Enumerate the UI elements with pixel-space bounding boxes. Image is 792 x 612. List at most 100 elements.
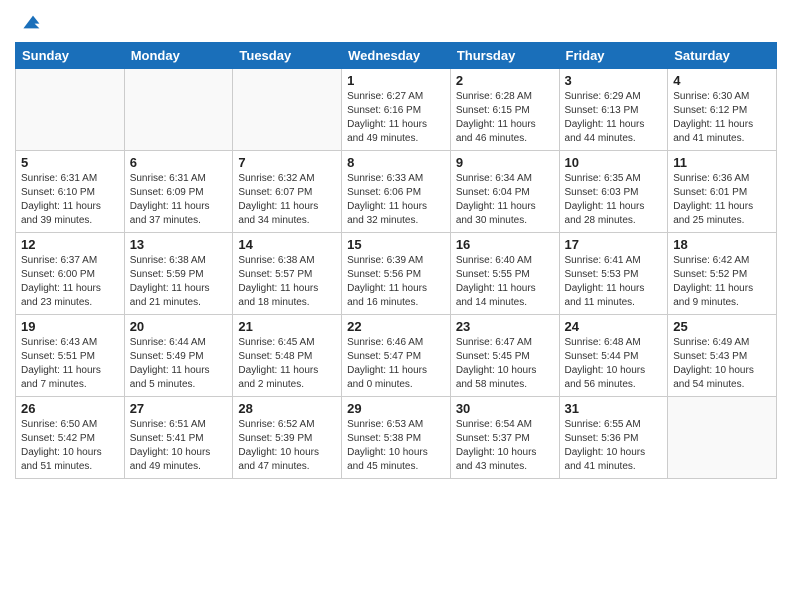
- day-info: Sunrise: 6:37 AM Sunset: 6:00 PM Dayligh…: [21, 254, 119, 310]
- day-number: 12: [21, 237, 119, 252]
- day-info: Sunrise: 6:48 AM Sunset: 5:44 PM Dayligh…: [565, 336, 663, 392]
- calendar-cell: 30 Sunrise: 6:54 AM Sunset: 5:37 PM Dayli…: [450, 397, 559, 479]
- day-info: Sunrise: 6:44 AM Sunset: 5:49 PM Dayligh…: [130, 336, 228, 392]
- day-number: 10: [565, 155, 663, 170]
- day-number: 15: [347, 237, 445, 252]
- calendar-week-row: 12 Sunrise: 6:37 AM Sunset: 6:00 PM Dayli…: [16, 233, 777, 315]
- logo: [15, 10, 41, 34]
- calendar-cell: 24 Sunrise: 6:48 AM Sunset: 5:44 PM Dayli…: [559, 315, 668, 397]
- calendar-cell: 7 Sunrise: 6:32 AM Sunset: 6:07 PM Daylig…: [233, 151, 342, 233]
- calendar-cell: 25Sunrise: 6:49 AM Sunset: 5:43 PM Dayli…: [668, 315, 777, 397]
- page-container: SundayMondayTuesdayWednesdayThursdayFrid…: [0, 0, 792, 612]
- day-number: 24: [565, 319, 663, 334]
- calendar-cell: 5 Sunrise: 6:31 AM Sunset: 6:10 PM Daylig…: [16, 151, 125, 233]
- weekday-header: Friday: [559, 43, 668, 69]
- day-info: Sunrise: 6:47 AM Sunset: 5:45 PM Dayligh…: [456, 336, 554, 392]
- calendar-cell: 12 Sunrise: 6:37 AM Sunset: 6:00 PM Dayli…: [16, 233, 125, 315]
- weekday-header: Sunday: [16, 43, 125, 69]
- day-info: Sunrise: 6:29 AM Sunset: 6:13 PM Dayligh…: [565, 90, 663, 146]
- day-number: 27: [130, 401, 228, 416]
- calendar-cell: 21Sunrise: 6:45 AM Sunset: 5:48 PM Dayli…: [233, 315, 342, 397]
- day-number: 26: [21, 401, 119, 416]
- calendar-cell: 14 Sunrise: 6:38 AM Sunset: 5:57 PM Dayli…: [233, 233, 342, 315]
- calendar-cell: 6 Sunrise: 6:31 AM Sunset: 6:09 PM Daylig…: [124, 151, 233, 233]
- day-number: 19: [21, 319, 119, 334]
- day-number: 4: [673, 73, 771, 88]
- day-info: Sunrise: 6:31 AM Sunset: 6:10 PM Dayligh…: [21, 172, 119, 228]
- day-info: Sunrise: 6:46 AM Sunset: 5:47 PM Dayligh…: [347, 336, 445, 392]
- calendar-cell: [124, 69, 233, 151]
- day-number: 17: [565, 237, 663, 252]
- day-info: Sunrise: 6:51 AM Sunset: 5:41 PM Dayligh…: [130, 418, 228, 474]
- day-info: Sunrise: 6:53 AM Sunset: 5:38 PM Dayligh…: [347, 418, 445, 474]
- calendar-cell: 9Sunrise: 6:34 AM Sunset: 6:04 PM Daylig…: [450, 151, 559, 233]
- day-info: Sunrise: 6:54 AM Sunset: 5:37 PM Dayligh…: [456, 418, 554, 474]
- calendar-cell: 29Sunrise: 6:53 AM Sunset: 5:38 PM Dayli…: [342, 397, 451, 479]
- page-header: [15, 10, 777, 34]
- calendar-cell: 23 Sunrise: 6:47 AM Sunset: 5:45 PM Dayli…: [450, 315, 559, 397]
- calendar-cell: 26 Sunrise: 6:50 AM Sunset: 5:42 PM Dayli…: [16, 397, 125, 479]
- day-number: 20: [130, 319, 228, 334]
- calendar-cell: 10 Sunrise: 6:35 AM Sunset: 6:03 PM Dayli…: [559, 151, 668, 233]
- day-info: Sunrise: 6:34 AM Sunset: 6:04 PM Dayligh…: [456, 172, 554, 228]
- calendar-cell: 1 Sunrise: 6:27 AM Sunset: 6:16 PM Daylig…: [342, 69, 451, 151]
- day-info: Sunrise: 6:41 AM Sunset: 5:53 PM Dayligh…: [565, 254, 663, 310]
- calendar-cell: 31Sunrise: 6:55 AM Sunset: 5:36 PM Dayli…: [559, 397, 668, 479]
- calendar-cell: [16, 69, 125, 151]
- day-info: Sunrise: 6:38 AM Sunset: 5:59 PM Dayligh…: [130, 254, 228, 310]
- day-number: 30: [456, 401, 554, 416]
- calendar-cell: [668, 397, 777, 479]
- day-number: 14: [238, 237, 336, 252]
- day-number: 22: [347, 319, 445, 334]
- weekday-header: Tuesday: [233, 43, 342, 69]
- day-number: 23: [456, 319, 554, 334]
- calendar-cell: 28Sunrise: 6:52 AM Sunset: 5:39 PM Dayli…: [233, 397, 342, 479]
- day-number: 1: [347, 73, 445, 88]
- calendar-cell: 17 Sunrise: 6:41 AM Sunset: 5:53 PM Dayli…: [559, 233, 668, 315]
- calendar-cell: 16 Sunrise: 6:40 AM Sunset: 5:55 PM Dayli…: [450, 233, 559, 315]
- day-info: Sunrise: 6:30 AM Sunset: 6:12 PM Dayligh…: [673, 90, 771, 146]
- day-number: 7: [238, 155, 336, 170]
- day-info: Sunrise: 6:35 AM Sunset: 6:03 PM Dayligh…: [565, 172, 663, 228]
- day-number: 21: [238, 319, 336, 334]
- day-number: 11: [673, 155, 771, 170]
- calendar-cell: 19 Sunrise: 6:43 AM Sunset: 5:51 PM Dayli…: [16, 315, 125, 397]
- calendar-cell: 15 Sunrise: 6:39 AM Sunset: 5:56 PM Dayli…: [342, 233, 451, 315]
- logo-text: [15, 10, 41, 34]
- day-info: Sunrise: 6:40 AM Sunset: 5:55 PM Dayligh…: [456, 254, 554, 310]
- calendar-cell: 2Sunrise: 6:28 AM Sunset: 6:15 PM Daylig…: [450, 69, 559, 151]
- calendar-cell: 20 Sunrise: 6:44 AM Sunset: 5:49 PM Dayli…: [124, 315, 233, 397]
- day-number: 6: [130, 155, 228, 170]
- day-number: 31: [565, 401, 663, 416]
- day-info: Sunrise: 6:49 AM Sunset: 5:43 PM Dayligh…: [673, 336, 771, 392]
- day-number: 5: [21, 155, 119, 170]
- calendar-header-row: SundayMondayTuesdayWednesdayThursdayFrid…: [16, 43, 777, 69]
- weekday-header: Monday: [124, 43, 233, 69]
- day-info: Sunrise: 6:27 AM Sunset: 6:16 PM Dayligh…: [347, 90, 445, 146]
- day-number: 18: [673, 237, 771, 252]
- calendar-cell: 13 Sunrise: 6:38 AM Sunset: 5:59 PM Dayli…: [124, 233, 233, 315]
- calendar-week-row: 5 Sunrise: 6:31 AM Sunset: 6:10 PM Daylig…: [16, 151, 777, 233]
- day-info: Sunrise: 6:32 AM Sunset: 6:07 PM Dayligh…: [238, 172, 336, 228]
- day-info: Sunrise: 6:39 AM Sunset: 5:56 PM Dayligh…: [347, 254, 445, 310]
- calendar-week-row: 1 Sunrise: 6:27 AM Sunset: 6:16 PM Daylig…: [16, 69, 777, 151]
- day-number: 13: [130, 237, 228, 252]
- day-number: 8: [347, 155, 445, 170]
- day-info: Sunrise: 6:43 AM Sunset: 5:51 PM Dayligh…: [21, 336, 119, 392]
- day-info: Sunrise: 6:38 AM Sunset: 5:57 PM Dayligh…: [238, 254, 336, 310]
- day-number: 28: [238, 401, 336, 416]
- day-info: Sunrise: 6:28 AM Sunset: 6:15 PM Dayligh…: [456, 90, 554, 146]
- weekday-header: Saturday: [668, 43, 777, 69]
- day-info: Sunrise: 6:36 AM Sunset: 6:01 PM Dayligh…: [673, 172, 771, 228]
- calendar-week-row: 19 Sunrise: 6:43 AM Sunset: 5:51 PM Dayli…: [16, 315, 777, 397]
- weekday-header: Wednesday: [342, 43, 451, 69]
- day-info: Sunrise: 6:31 AM Sunset: 6:09 PM Dayligh…: [130, 172, 228, 228]
- calendar-cell: 11 Sunrise: 6:36 AM Sunset: 6:01 PM Dayli…: [668, 151, 777, 233]
- day-info: Sunrise: 6:42 AM Sunset: 5:52 PM Dayligh…: [673, 254, 771, 310]
- day-number: 3: [565, 73, 663, 88]
- day-info: Sunrise: 6:50 AM Sunset: 5:42 PM Dayligh…: [21, 418, 119, 474]
- calendar-cell: 4 Sunrise: 6:30 AM Sunset: 6:12 PM Daylig…: [668, 69, 777, 151]
- day-number: 16: [456, 237, 554, 252]
- calendar-cell: 27 Sunrise: 6:51 AM Sunset: 5:41 PM Dayli…: [124, 397, 233, 479]
- logo-icon: [17, 10, 41, 34]
